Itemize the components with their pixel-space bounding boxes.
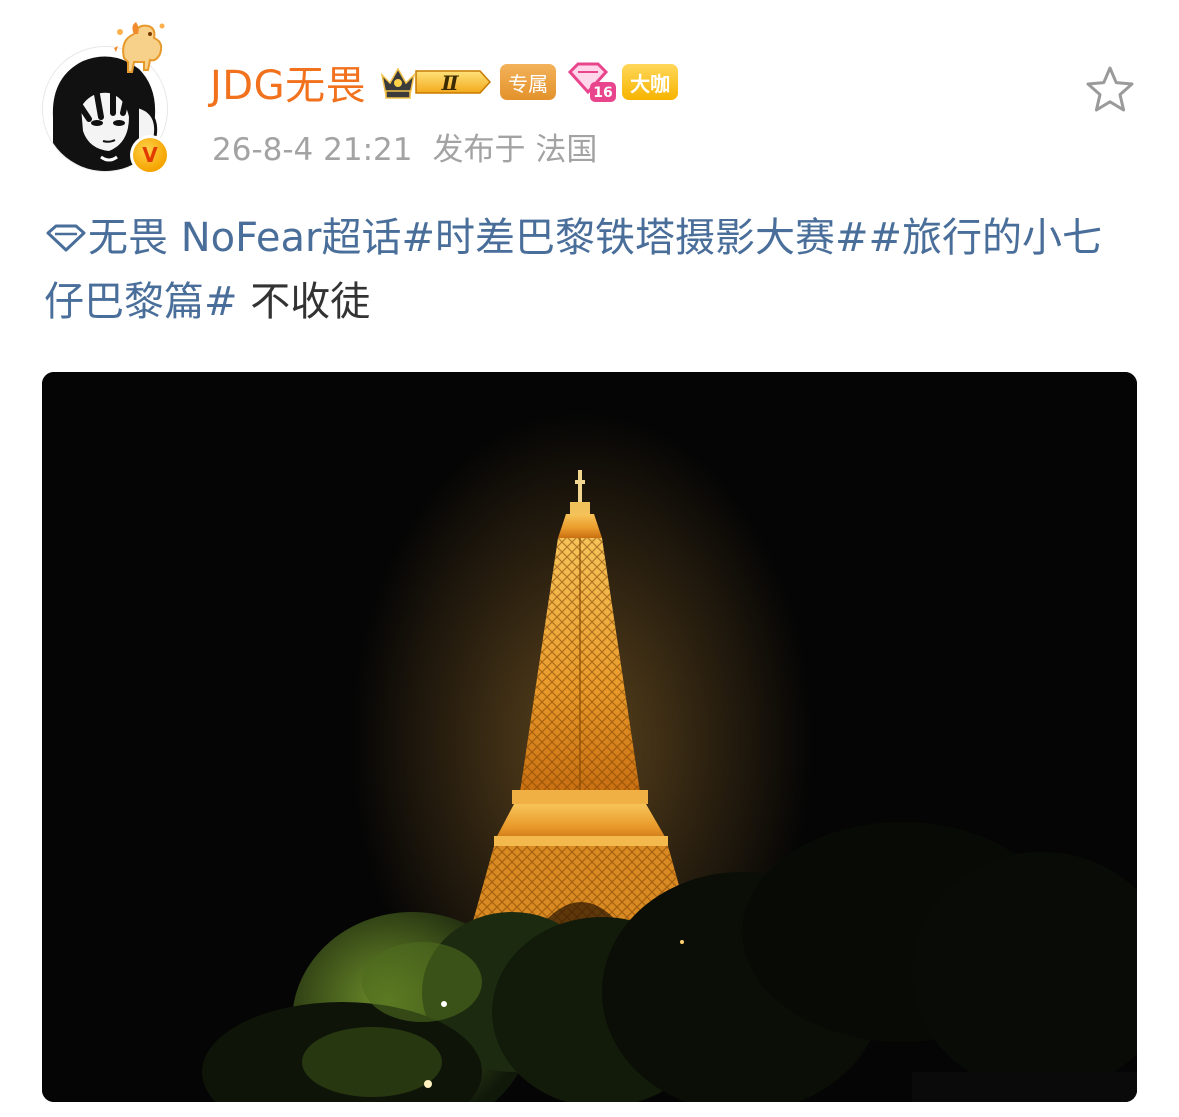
post-text: 不收徒 <box>250 279 371 325</box>
level-badge-text: Ⅱ <box>441 71 460 95</box>
exclusive-tag[interactable]: 专属 <box>500 64 557 100</box>
post-meta: 26-8-4 21:21 发布于 法国 <box>212 124 597 169</box>
supertopic-link[interactable]: 无畏 NoFear超话 <box>88 215 402 261</box>
post-image-eiffel-tower-night[interactable] <box>42 372 1137 1102</box>
name-row: JDG无畏 Ⅱ 专属 16 大咖 <box>210 53 679 111</box>
diamond-topic-icon <box>46 224 86 252</box>
membership-level-badge-icon[interactable]: Ⅱ <box>380 61 492 103</box>
verified-v-icon: V <box>130 135 170 175</box>
daka-tag[interactable]: 大咖 <box>622 64 679 100</box>
post-content: 无畏 NoFear超话#时差巴黎铁塔摄影大赛##旅行的小七仔巴黎篇# 不收徒 <box>44 206 1134 334</box>
verified-v-text: V <box>133 138 167 172</box>
weibo-post: V JDG无畏 Ⅱ 专属 16 大咖 26-8-4 21:21 发布于 法国 无… <box>0 0 1179 1117</box>
post-timestamp: 26-8-4 21:21 <box>212 132 413 168</box>
avatar-container[interactable]: V <box>40 22 172 175</box>
hashtag-link-1[interactable]: #时差巴黎铁塔摄影大赛# <box>402 215 869 261</box>
horse-pendant-icon <box>110 18 170 76</box>
username-link[interactable]: JDG无畏 <box>210 53 366 111</box>
fan-level-text: 16 <box>593 85 612 101</box>
diamond-fan-badge-icon[interactable]: 16 <box>566 60 618 104</box>
location-prefix: 发布于 <box>432 132 526 168</box>
post-location[interactable]: 法国 <box>535 132 597 168</box>
star-icon[interactable] <box>1084 64 1136 116</box>
